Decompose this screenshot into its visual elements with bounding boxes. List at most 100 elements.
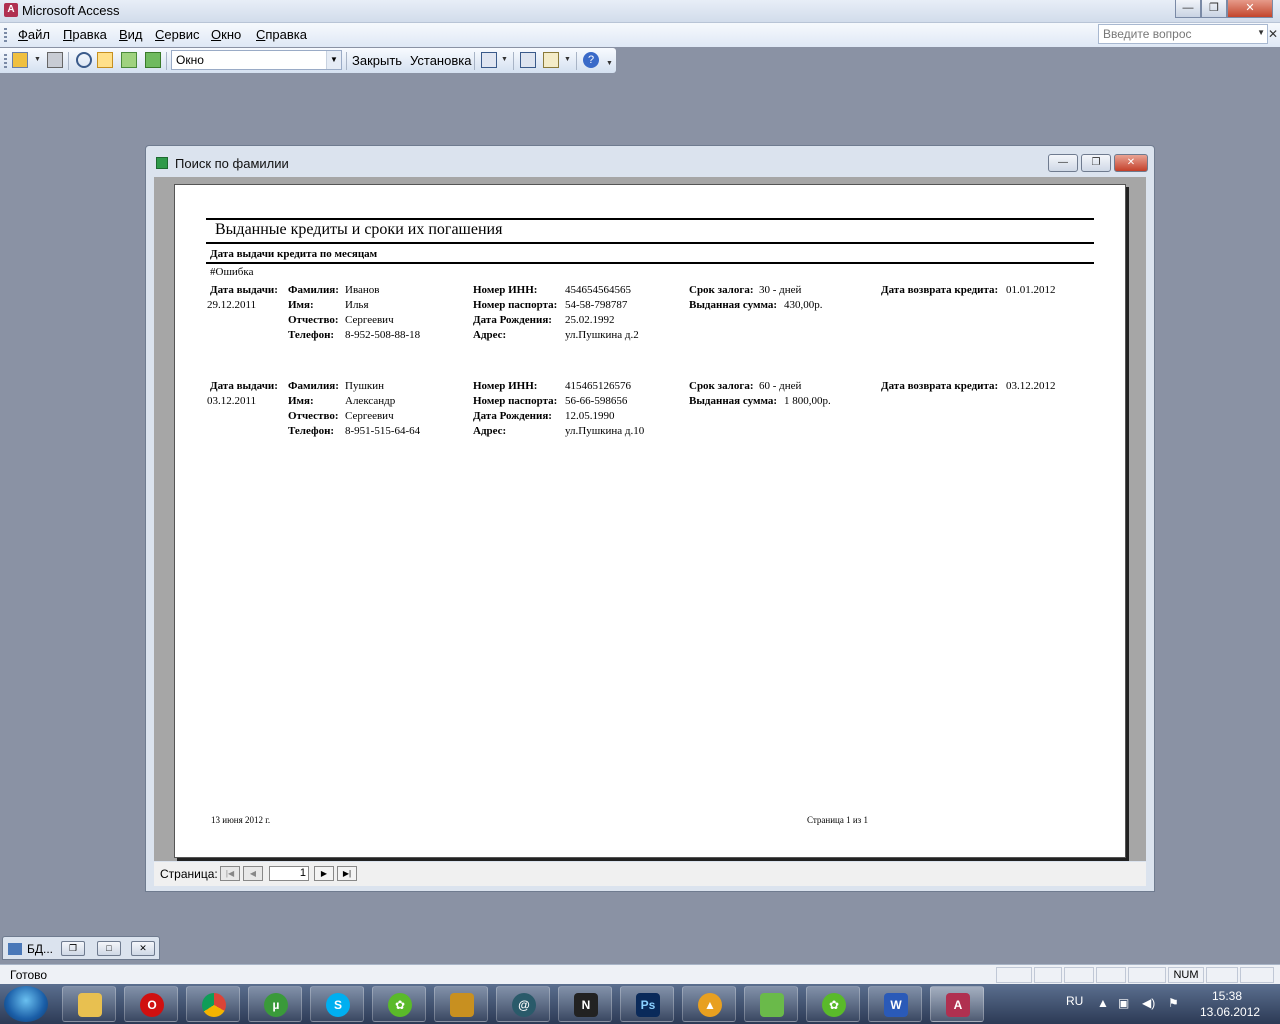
toolbar-separator <box>166 52 167 70</box>
label-issue-date: Дата выдачи: <box>210 380 278 392</box>
taskbar-app-swirl[interactable]: @ <box>496 986 550 1022</box>
page-number-input[interactable]: 1 <box>269 866 309 881</box>
window-restore-button[interactable]: ❐ <box>1081 154 1111 172</box>
network-icon[interactable]: ▣ <box>1118 996 1129 1010</box>
taskbar-game[interactable] <box>434 986 488 1022</box>
taskbar-access[interactable]: A <box>930 986 984 1022</box>
value-address: ул.Пушкина д.2 <box>565 329 639 341</box>
toolbar-grip[interactable] <box>4 54 7 68</box>
chevron-down-icon[interactable]: ▼ <box>501 56 508 63</box>
close-preview-button[interactable]: Закрыть <box>352 53 402 68</box>
show-hidden-icons-icon[interactable]: ▲ <box>1097 996 1109 1010</box>
status-cell <box>1064 967 1094 983</box>
menu-tools[interactable]: Сервис <box>155 27 200 42</box>
value-address: ул.Пушкина д.10 <box>565 425 645 437</box>
taskbar-photoshop[interactable]: Ps <box>620 986 674 1022</box>
taskbar-icq-2[interactable]: ✿ <box>806 986 860 1022</box>
minimized-database-window[interactable]: БД... ❐ □ ✕ <box>2 936 160 960</box>
value-first-name: Александр <box>345 395 396 407</box>
action-center-icon[interactable]: ⚑ <box>1168 996 1179 1010</box>
volume-icon[interactable]: ◀) <box>1142 996 1155 1010</box>
design-view-icon[interactable] <box>12 52 28 68</box>
first-page-button[interactable]: |◀ <box>220 866 240 881</box>
two-pages-icon[interactable] <box>121 52 137 68</box>
document-close-icon[interactable]: ✕ <box>1268 27 1278 41</box>
label-phone: Телефон: <box>288 425 335 437</box>
window-close-button[interactable]: ✕ <box>1114 154 1148 172</box>
toolbar-separator <box>474 52 475 70</box>
chevron-down-icon[interactable]: ▼ <box>326 51 341 69</box>
database-window-icon[interactable] <box>520 52 536 68</box>
taskbar-explorer[interactable] <box>62 986 116 1022</box>
report-window: Поиск по фамилии — ❐ ✕ Выданные кредиты … <box>145 145 1155 892</box>
taskbar-icq[interactable]: ✿ <box>372 986 426 1022</box>
photoshop-icon: Ps <box>636 993 660 1017</box>
toolbar-options-icon[interactable]: ▼ <box>606 60 613 67</box>
swirl-icon: @ <box>512 993 536 1017</box>
label-return: Дата возврата кредита: <box>881 284 999 296</box>
label-return: Дата возврата кредита: <box>881 380 999 392</box>
value-birth: 25.02.1992 <box>565 314 615 326</box>
multiple-pages-icon[interactable] <box>145 52 161 68</box>
label-issue-date: Дата выдачи: <box>210 284 278 296</box>
minimize-button[interactable]: — <box>1175 0 1201 18</box>
menu-help[interactable]: Справка <box>256 27 307 42</box>
chevron-down-icon[interactable]: ▼ <box>34 56 41 63</box>
taskbar-word[interactable]: W <box>868 986 922 1022</box>
magnifier-icon[interactable] <box>76 52 92 68</box>
window-minimize-button[interactable]: — <box>1048 154 1078 172</box>
restore-button[interactable]: ❐ <box>1201 0 1227 18</box>
icq-flower-icon: ✿ <box>822 993 846 1017</box>
status-cell <box>1034 967 1062 983</box>
mini-maximize-button[interactable]: □ <box>97 941 121 956</box>
menu-window[interactable]: Окно <box>211 27 241 42</box>
taskbar-nero[interactable]: N <box>558 986 612 1022</box>
status-cell <box>1096 967 1126 983</box>
report-window-title: Поиск по фамилии <box>175 156 289 171</box>
menu-edit[interactable]: Правка <box>63 27 107 42</box>
zoom-select[interactable]: Окно ▼ <box>171 50 342 70</box>
record-navigation-bar: Страница: |◀ ◀ 1 ▶ ▶| <box>154 862 1146 886</box>
new-object-icon[interactable] <box>543 52 559 68</box>
taskbar-chrome[interactable] <box>186 986 240 1022</box>
menu-view[interactable]: Вид <box>119 27 143 42</box>
taskbar-app-green[interactable] <box>744 986 798 1022</box>
language-indicator[interactable]: RU <box>1066 994 1083 1008</box>
clock-time[interactable]: 15:38 <box>1212 989 1242 1003</box>
preview-area[interactable]: Выданные кредиты и сроки их погашения Да… <box>154 177 1146 861</box>
page-label: Страница: <box>160 867 218 881</box>
label-patronymic: Отчество: <box>288 314 339 326</box>
menu-file[interactable]: Файл <box>18 27 50 42</box>
help-question-input[interactable]: Введите вопрос ▼ <box>1098 24 1268 44</box>
value-patronymic: Сергеевич <box>345 314 394 326</box>
taskbar-aimp[interactable]: ▲ <box>682 986 736 1022</box>
toolbar-separator <box>513 52 514 70</box>
value-first-name: Илья <box>345 299 369 311</box>
print-icon[interactable] <box>47 52 63 68</box>
next-page-button[interactable]: ▶ <box>314 866 334 881</box>
help-icon[interactable]: ? <box>583 52 599 68</box>
one-page-icon[interactable] <box>97 52 113 68</box>
start-button[interactable] <box>4 986 48 1022</box>
windows-taskbar: O µ S ✿ @ N Ps ▲ ✿ W A RU ▲ ▣ ◀) ⚑ 15:38… <box>0 984 1280 1024</box>
green-app-icon <box>760 993 784 1017</box>
last-page-button[interactable]: ▶| <box>337 866 357 881</box>
status-cell <box>1240 967 1274 983</box>
value-passport: 56-66-598656 <box>565 395 628 407</box>
taskbar-utorrent[interactable]: µ <box>248 986 302 1022</box>
close-button[interactable]: ✕ <box>1227 0 1273 18</box>
label-phone: Телефон: <box>288 329 335 341</box>
chevron-down-icon[interactable]: ▼ <box>1257 28 1265 37</box>
mini-close-button[interactable]: ✕ <box>131 941 155 956</box>
footer-page-count: Страница 1 из 1 <box>807 815 868 825</box>
page-setup-button[interactable]: Установка <box>410 53 471 68</box>
word-export-icon[interactable] <box>481 52 497 68</box>
chevron-down-icon[interactable]: ▼ <box>564 56 571 63</box>
clock-date[interactable]: 13.06.2012 <box>1200 1005 1260 1019</box>
previous-page-button[interactable]: ◀ <box>243 866 263 881</box>
mini-restore-button[interactable]: ❐ <box>61 941 85 956</box>
value-amount: 1 800,00р. <box>784 395 831 407</box>
taskbar-skype[interactable]: S <box>310 986 364 1022</box>
taskbar-opera[interactable]: O <box>124 986 178 1022</box>
menu-grip[interactable] <box>4 28 7 42</box>
